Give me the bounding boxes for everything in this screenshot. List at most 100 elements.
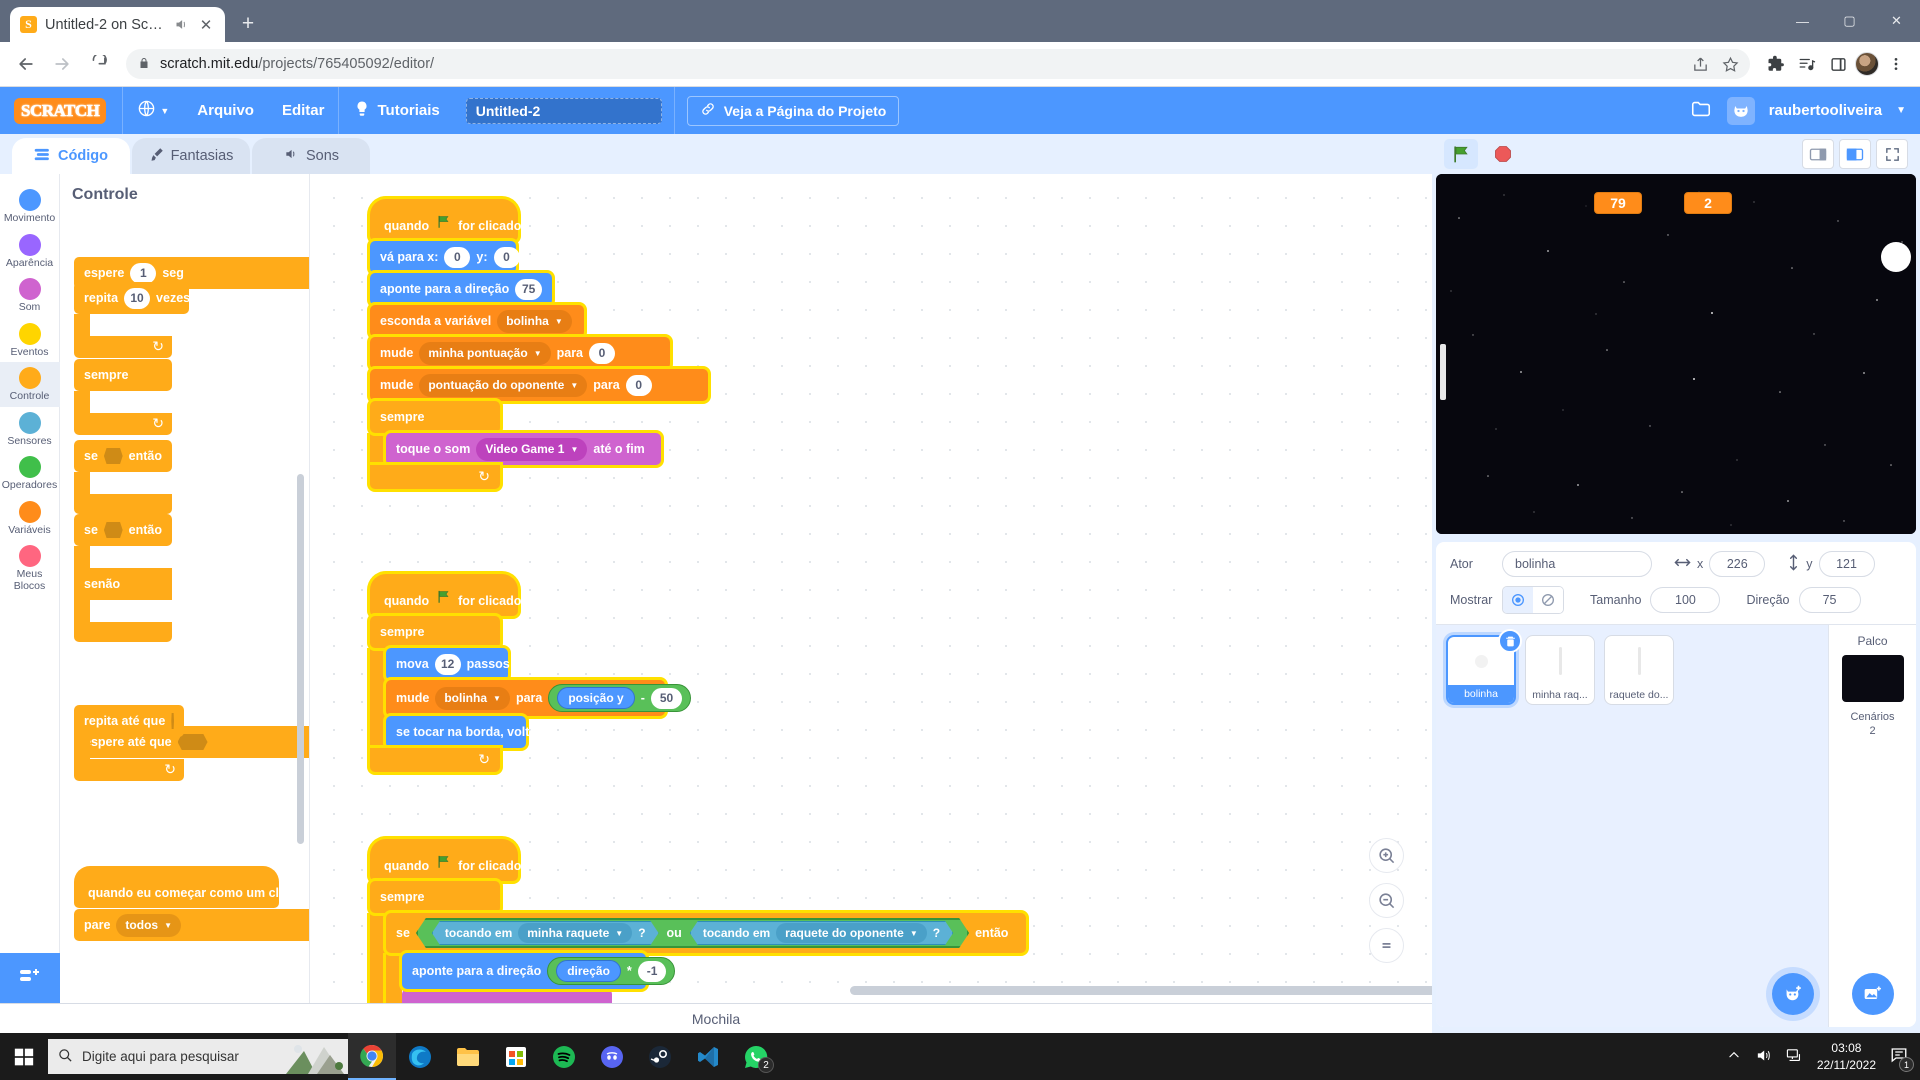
block-goto-xy[interactable]: vá para x: 0 y: 0 (370, 241, 520, 273)
tab-sons[interactable]: Sons (252, 138, 370, 174)
notifications-icon[interactable]: 1 (1890, 1046, 1914, 1072)
sprite-minha-raquete[interactable] (1440, 344, 1446, 400)
reload-icon[interactable] (82, 48, 114, 80)
small-stage-button[interactable] (1802, 139, 1834, 169)
palette-block-repeat-until[interactable]: repita até que ↻ (74, 705, 184, 781)
palette-block-stop[interactable]: pare todos ▼ (74, 909, 309, 941)
maximize-button[interactable]: ▢ (1826, 0, 1873, 42)
taskbar-app-steam[interactable] (636, 1033, 684, 1080)
palette-block-when-clone[interactable]: quando eu começar como um clone (74, 866, 301, 908)
zoom-reset-icon[interactable] (1369, 928, 1404, 963)
menu-file[interactable]: Arquivo (183, 87, 268, 134)
category-meus-blocos[interactable]: Meus Blocos (0, 540, 60, 596)
size-value-input[interactable]: 100 (1650, 587, 1721, 613)
back-arrow-icon[interactable] (10, 48, 42, 80)
block-hide-variable[interactable]: esconda a variável bolinha ▼ (370, 305, 584, 337)
reporter-direction[interactable]: direção (556, 960, 621, 982)
block-set-variable-opponent[interactable]: mude pontuação do oponente ▼ para 0 (370, 369, 708, 401)
taskbar-app-spotify[interactable] (540, 1033, 588, 1080)
dropdown-variable[interactable]: pontuação do oponente ▼ (419, 373, 588, 397)
dropdown-stop-option[interactable]: todos ▼ (116, 913, 181, 937)
operator-subtract[interactable]: posição y - 50 (548, 684, 692, 712)
forward-arrow-icon[interactable] (46, 48, 78, 80)
block-forever[interactable]: sempre (370, 881, 500, 913)
reporter-y-position[interactable]: posição y (557, 687, 635, 709)
block-set-variable-bolinha[interactable]: mude bolinha ▼ para posição y - 50 (386, 680, 692, 716)
minimize-button[interactable]: — (1779, 0, 1826, 42)
block-input-times[interactable]: 10 (124, 287, 151, 309)
category-aparencia[interactable]: Aparência (0, 229, 60, 274)
dropdown-variable[interactable]: bolinha ▼ (497, 309, 572, 333)
y-value-input[interactable]: 121 (1818, 551, 1875, 577)
category-som[interactable]: Som (0, 273, 60, 318)
block-sound-partial[interactable] (402, 989, 612, 1003)
palette-block-if[interactable]: se então (74, 440, 172, 514)
input-operand[interactable]: -1 (637, 960, 667, 982)
dropdown-touch-target[interactable]: raquete do oponente ▼ (776, 923, 927, 943)
taskbar-app-edge[interactable] (396, 1033, 444, 1080)
palette-block-forever[interactable]: sempre ↻ (74, 359, 172, 435)
project-name-input[interactable]: Untitled-2 (465, 97, 662, 124)
sprite-card-minha-raquete[interactable]: minha raq... (1525, 635, 1595, 705)
category-controle[interactable]: Controle (0, 362, 60, 407)
profile-avatar[interactable] (1855, 52, 1879, 76)
search-input[interactable]: Digite aqui para pesquisar (48, 1039, 348, 1074)
block-point-direction[interactable]: aponte para a direção 75 (370, 273, 552, 305)
canvas-horizontal-scrollbar[interactable] (850, 986, 1432, 995)
network-icon[interactable] (1786, 1047, 1803, 1067)
add-backdrop-icon[interactable] (1851, 973, 1894, 1015)
boolean-slot[interactable] (171, 713, 174, 729)
input-y[interactable]: 0 (493, 246, 520, 268)
block-when-flag-clicked[interactable]: quando for clicado (370, 839, 521, 881)
star-icon[interactable] (1716, 50, 1744, 78)
backpack-bar[interactable]: Mochila (0, 1003, 1432, 1033)
dropdown-variable[interactable]: bolinha ▼ (435, 686, 510, 710)
taskbar-app-whatsapp[interactable]: 2 (732, 1033, 780, 1080)
zoom-in-icon[interactable] (1369, 838, 1404, 873)
block-palette[interactable]: Controle espere 1 seg repita 10 vezes ↻ … (60, 174, 310, 1003)
operator-or[interactable]: tocando em minha raquete ▼ ? ou tocando e (416, 918, 969, 948)
side-panel-icon[interactable] (1824, 50, 1852, 78)
palette-block-if-else[interactable]: se então senão (74, 514, 172, 642)
menu-edit[interactable]: Editar (268, 87, 339, 134)
stage[interactable]: 79 2 (1436, 174, 1916, 534)
add-extension-button[interactable] (0, 953, 60, 1003)
eye-icon[interactable] (1503, 587, 1533, 613)
category-eventos[interactable]: Eventos (0, 318, 60, 363)
large-stage-button[interactable] (1839, 139, 1871, 169)
see-project-page-button[interactable]: Veja a Página do Projeto (686, 95, 900, 126)
dropdown-sound[interactable]: Video Game 1 ▼ (476, 437, 588, 461)
block-if-then[interactable]: se tocando em minha raquete ▼ ? ou tocan… (386, 913, 1026, 953)
direction-value-input[interactable]: 75 (1798, 587, 1861, 613)
scratch-logo[interactable]: SCRATCH (14, 97, 107, 124)
fullscreen-button[interactable] (1876, 139, 1908, 169)
script-2[interactable]: quando for clicado sempre mova 12 passos… (370, 574, 692, 772)
menu-tutorials[interactable]: Tutoriais (339, 87, 453, 134)
taskbar-app-file-explorer[interactable] (444, 1033, 492, 1080)
sprite-bolinha[interactable] (1881, 242, 1911, 272)
block-when-flag-clicked[interactable]: quando for clicado (370, 199, 521, 241)
operator-multiply[interactable]: direção * -1 (547, 957, 676, 985)
tab-codigo[interactable]: Código (12, 138, 130, 174)
new-tab-button[interactable]: + (233, 9, 263, 39)
block-play-sound-until-done[interactable]: toque o som Video Game 1 ▼ até o fim (386, 433, 661, 465)
block-set-variable-myscore[interactable]: mude minha pontuação ▼ para 0 (370, 337, 670, 369)
block-move-steps[interactable]: mova 12 passos (386, 648, 510, 680)
volume-icon[interactable] (1755, 1047, 1772, 1067)
taskbar-clock[interactable]: 03:08 22/11/2022 (1817, 1040, 1876, 1072)
dropdown-touch-target[interactable]: minha raquete ▼ (518, 923, 632, 943)
block-point-direction-expr[interactable]: aponte para a direção direção * -1 (402, 953, 676, 989)
avatar[interactable] (1726, 96, 1755, 125)
sprite-card-bolinha[interactable]: bolinha (1446, 629, 1522, 705)
boolean-touching-opponent-paddle[interactable]: tocando em raquete do oponente ▼ ? (690, 921, 953, 945)
taskbar-app-microsoft-store[interactable] (492, 1033, 540, 1080)
browser-tab[interactable]: S Untitled-2 on Scratch ✕ (10, 7, 225, 42)
category-movimento[interactable]: Movimento (0, 184, 60, 229)
username-label[interactable]: raubertooliveira (1769, 102, 1882, 119)
input-value[interactable]: 0 (589, 342, 616, 364)
block-if-on-edge-bounce[interactable]: se tocar na borda, volte (386, 716, 536, 748)
three-dots-icon[interactable] (1882, 50, 1910, 78)
sprite-list-panel[interactable]: bolinha minha raq... raquete do... (1436, 625, 1828, 1027)
boolean-slot[interactable] (103, 448, 123, 464)
close-icon[interactable]: ✕ (197, 16, 215, 34)
